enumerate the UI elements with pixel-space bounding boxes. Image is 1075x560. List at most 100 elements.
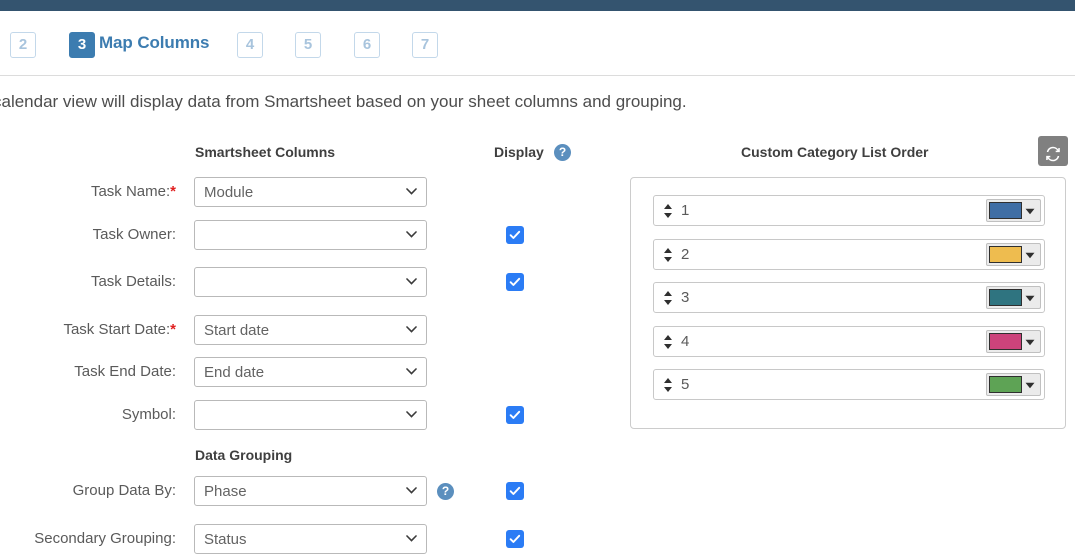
category-index: 5 xyxy=(681,376,690,393)
check-icon xyxy=(509,230,521,239)
check-icon xyxy=(509,410,521,419)
wizard-step-3[interactable]: 3 xyxy=(69,32,95,58)
color-picker[interactable] xyxy=(986,286,1041,309)
category-row[interactable]: 2 xyxy=(653,238,1045,270)
category-row[interactable]: 3 xyxy=(653,282,1045,313)
chevron-down-icon xyxy=(406,326,417,333)
heading-custom-category-list-order: Custom Category List Order xyxy=(741,144,929,160)
check-icon xyxy=(509,486,521,495)
heading-display: Display xyxy=(494,144,544,160)
category-index: 1 xyxy=(681,202,690,219)
column-select[interactable]: Status xyxy=(194,524,427,554)
form-row: Task Start Date:* Start date xyxy=(0,315,620,345)
field-label-text: Task End Date: xyxy=(74,363,176,380)
field-label: Task End Date: xyxy=(0,357,176,387)
field-label-text: Symbol: xyxy=(121,406,176,423)
form-row: Task Owner: xyxy=(0,220,620,250)
refresh-button[interactable] xyxy=(1038,136,1068,166)
chevron-down-icon xyxy=(1025,382,1035,389)
wizard-step-5[interactable]: 5 xyxy=(295,32,321,58)
field-label: Group Data By: xyxy=(0,476,176,506)
heading-smartsheet-columns: Smartsheet Columns xyxy=(195,144,336,160)
check-icon xyxy=(509,277,521,286)
wizard-step-4[interactable]: 4 xyxy=(237,32,263,58)
form-row: Task End Date: End date xyxy=(0,357,620,387)
custom-category-list-panel: 1 2 3 4 5 xyxy=(630,177,1066,429)
chevron-down-icon xyxy=(406,411,417,418)
refresh-icon xyxy=(1046,146,1060,162)
color-picker[interactable] xyxy=(986,199,1041,222)
color-picker[interactable] xyxy=(986,373,1041,396)
column-select[interactable] xyxy=(194,267,427,297)
chevron-down-icon xyxy=(1025,295,1035,302)
intro-description: calendar view will display data from Sma… xyxy=(0,92,687,111)
chevron-down-icon xyxy=(1025,208,1035,215)
wizard-step-2[interactable]: 2 xyxy=(10,32,36,58)
display-checkbox[interactable] xyxy=(506,273,524,291)
color-picker[interactable] xyxy=(986,242,1041,266)
column-select[interactable]: Module xyxy=(194,177,427,207)
chevron-down-icon xyxy=(406,231,417,238)
required-asterisk: * xyxy=(170,321,176,338)
display-checkbox[interactable] xyxy=(506,226,524,244)
top-bar xyxy=(0,0,1075,11)
form-row: Secondary Grouping: Status xyxy=(0,524,620,554)
field-label-text: Task Name: xyxy=(90,183,171,200)
field-label-text: Task Owner: xyxy=(92,226,176,243)
field-label-text: Group Data By: xyxy=(72,482,176,499)
column-select-value: Start date xyxy=(204,322,270,339)
wizard-step-strip: 2 3 4 5 6 7 Map Columns xyxy=(0,11,1075,76)
sort-handle-icon[interactable] xyxy=(662,334,674,350)
column-select[interactable]: Phase xyxy=(194,476,427,506)
category-row[interactable]: 1 xyxy=(653,195,1045,226)
color-swatch xyxy=(989,245,1022,263)
chevron-down-icon xyxy=(1025,252,1035,258)
heading-data-grouping: Data Grouping xyxy=(195,447,293,463)
field-label-text: Task Start Date: xyxy=(63,321,171,338)
category-index: 2 xyxy=(681,245,690,263)
color-picker[interactable] xyxy=(986,329,1041,353)
wizard-step-7[interactable]: 7 xyxy=(412,32,438,58)
display-help-icon[interactable]: ? xyxy=(554,144,571,161)
check-icon xyxy=(509,534,521,543)
color-swatch xyxy=(989,332,1022,350)
column-select-value: Module xyxy=(204,184,254,201)
category-index: 4 xyxy=(681,332,690,350)
display-checkbox[interactable] xyxy=(506,406,524,424)
wizard-step-6[interactable]: 6 xyxy=(354,32,380,58)
chevron-down-icon xyxy=(406,188,417,195)
category-index: 3 xyxy=(681,289,690,306)
chevron-down-icon xyxy=(1025,339,1035,345)
column-select-value: Phase xyxy=(204,483,247,500)
field-label: Task Owner: xyxy=(0,220,176,250)
color-swatch xyxy=(989,289,1022,306)
chevron-down-icon xyxy=(406,487,417,494)
sort-handle-icon[interactable] xyxy=(662,203,674,219)
form-row: Task Name:* Module xyxy=(0,177,620,207)
display-checkbox[interactable] xyxy=(506,482,524,500)
required-asterisk: * xyxy=(170,183,176,200)
chevron-down-icon xyxy=(406,535,417,542)
display-checkbox[interactable] xyxy=(506,530,524,548)
sort-handle-icon[interactable] xyxy=(662,247,674,263)
category-row[interactable]: 5 xyxy=(653,369,1045,400)
form-row: Group Data By: Phase xyxy=(0,476,620,506)
field-label: Secondary Grouping: xyxy=(0,524,176,554)
color-swatch xyxy=(989,376,1022,393)
column-select[interactable]: Start date xyxy=(194,315,427,345)
field-label: Task Start Date:* xyxy=(0,315,176,345)
form-row: Symbol: xyxy=(0,400,620,430)
column-select[interactable] xyxy=(194,220,427,250)
field-label-text: Secondary Grouping: xyxy=(34,530,176,547)
color-swatch xyxy=(989,202,1022,219)
field-label: Task Name:* xyxy=(0,177,176,207)
sort-handle-icon[interactable] xyxy=(662,290,674,306)
field-label: Task Details: xyxy=(0,267,176,297)
column-select[interactable] xyxy=(194,400,427,430)
sort-handle-icon[interactable] xyxy=(662,377,674,393)
field-label: Symbol: xyxy=(0,400,176,430)
group-data-by-help-icon[interactable]: ? xyxy=(437,483,454,500)
category-row[interactable]: 4 xyxy=(653,325,1045,357)
column-select[interactable]: End date xyxy=(194,357,427,387)
wizard-active-step-label: Map Columns xyxy=(99,33,210,52)
